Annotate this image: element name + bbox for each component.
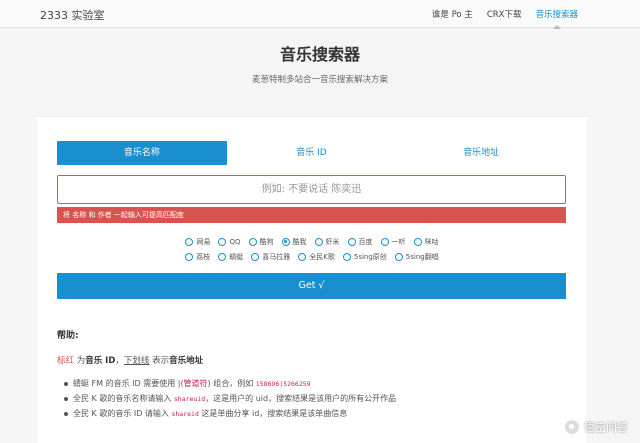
help-red: (管道符) [180, 379, 211, 388]
help-code: 158696|5266259 [255, 380, 311, 388]
tab-music-name[interactable]: 音乐名称 [57, 141, 227, 165]
source-label: 5sing原创 [353, 253, 387, 261]
help-text: ，这是用户的 uid，搜索结果是该用户的所有公开作品 [205, 394, 397, 403]
source-option[interactable]: QQ [218, 237, 241, 247]
source-radio-group-row2: 荔枝 蜻蜓 喜马拉雅 全民K歌 5sing原创 5sing翻唱 [38, 252, 586, 262]
radio-icon[interactable] [251, 253, 260, 261]
source-option[interactable]: 一听 [380, 237, 406, 247]
page-title: 音乐搜索器 [279, 45, 360, 64]
source-label: QQ [229, 238, 241, 246]
help-text: 这是单曲分享 id，搜索结果是该单曲信息 [198, 409, 348, 418]
help-item: 全民 K 歌的音乐名称请输入 shareuid，这是用户的 uid，搜索结果是该… [64, 393, 396, 404]
radio-icon[interactable] [185, 238, 194, 246]
radio-icon[interactable] [281, 238, 290, 246]
help-legend: 标红 为音乐 ID，下划线 表示音乐地址 [57, 354, 203, 366]
help-text: 蜻蜓 FM 的音乐 ID 需要使用 | [73, 379, 181, 388]
source-option[interactable]: 全民K歌 [298, 252, 335, 262]
source-label: 网易 [196, 238, 211, 246]
help-code: shareuid [173, 395, 206, 403]
source-option[interactable]: 咪咕 [413, 237, 439, 247]
brand-logo[interactable]: 2333 实验室 [40, 7, 105, 23]
legend-music-url: 音乐地址 [169, 356, 204, 366]
source-label: 蜻蜓 [229, 253, 244, 261]
radio-icon[interactable] [347, 238, 356, 246]
source-label: 咪咕 [424, 238, 439, 246]
tab-music-url[interactable]: 音乐地址 [396, 141, 566, 165]
source-label: 酷我 [292, 238, 307, 246]
nav-item-music-search[interactable]: 音乐搜索器 [528, 0, 585, 29]
source-label: 全民K歌 [309, 253, 335, 261]
source-option[interactable]: 5sing翻唱 [394, 252, 439, 262]
radio-icon[interactable] [380, 238, 389, 246]
radio-icon[interactable] [394, 253, 403, 261]
legend-music-id: 音乐 ID [85, 356, 116, 366]
legend-text: ， [115, 356, 124, 366]
search-panel: 音乐名称 音乐 ID 音乐地址 将 名称 和 作者 一起输入可提高匹配度 网易 … [38, 116, 586, 443]
radio-icon[interactable] [342, 253, 351, 261]
watermark-text: 悟空问答 [584, 421, 628, 434]
page-subtitle: 麦葱特制多站合一音乐搜索解决方案 [251, 75, 388, 85]
source-label: 百度 [358, 238, 373, 246]
help-text: 全民 K 歌的音乐名称请输入 [73, 394, 174, 403]
nav-menu: 谁是 Po 主 CRX下载 音乐搜索器 [425, 0, 585, 29]
legend-underline-word: 下划线 [123, 356, 150, 366]
source-option[interactable]: 喜马拉雅 [251, 252, 290, 262]
source-label: 一听 [391, 238, 406, 246]
source-label: 5sing翻唱 [405, 253, 439, 261]
radio-icon[interactable] [218, 238, 227, 246]
legend-red-word: 标红 [57, 356, 75, 366]
legend-text: 为 [74, 356, 86, 366]
source-label: 荔枝 [196, 253, 211, 261]
help-text: 组合，例如 [210, 379, 256, 388]
source-option[interactable]: 酷我 [281, 237, 307, 247]
radio-icon[interactable] [185, 253, 194, 261]
top-navbar: 2333 实验室 谁是 Po 主 CRX下载 音乐搜索器 [0, 0, 640, 29]
source-label: 酷狗 [259, 238, 274, 246]
source-option[interactable]: 虾米 [314, 237, 340, 247]
nav-item-crx[interactable]: CRX下载 [480, 0, 529, 28]
source-label: 喜马拉雅 [262, 253, 291, 261]
source-label: 虾米 [325, 238, 340, 246]
radio-icon[interactable] [314, 238, 323, 246]
watermark-logo-icon [564, 419, 580, 435]
page-header: 音乐搜索器 麦葱特制多站合一音乐搜索解决方案 [0, 29, 640, 114]
radio-icon[interactable] [413, 238, 422, 246]
help-item: 蜻蜓 FM 的音乐 ID 需要使用 |(管道符) 组合，例如 158696|52… [64, 378, 396, 389]
source-option[interactable]: 5sing原创 [342, 252, 387, 262]
source-option[interactable]: 荔枝 [185, 252, 210, 262]
legend-text: 表示 [149, 356, 170, 366]
help-code: shareid [171, 410, 199, 418]
tab-music-id[interactable]: 音乐 ID [227, 141, 397, 165]
help-title: 帮助: [57, 331, 79, 341]
source-option[interactable]: 蜻蜓 [218, 252, 243, 262]
search-input[interactable] [57, 175, 566, 204]
hint-message: 将 名称 和 作者 一起输入可提高匹配度 [57, 207, 566, 223]
source-option[interactable]: 网易 [185, 237, 210, 247]
source-option[interactable]: 百度 [347, 237, 373, 247]
help-list: 蜻蜓 FM 的音乐 ID 需要使用 |(管道符) 组合，例如 158696|52… [64, 378, 396, 423]
search-mode-tabs: 音乐名称 音乐 ID 音乐地址 [57, 141, 566, 165]
source-radio-group-row1: 网易 QQ 酷狗 酷我 虾米 百度 一听 咪咕 [38, 237, 586, 247]
radio-icon[interactable] [298, 253, 307, 261]
source-option[interactable]: 酷狗 [248, 237, 274, 247]
help-text: 全民 K 歌的音乐 ID 请输入 [73, 409, 172, 418]
radio-icon[interactable] [248, 238, 257, 246]
watermark: 悟空问答 [564, 419, 628, 435]
radio-icon[interactable] [218, 253, 227, 261]
nav-item-po[interactable]: 谁是 Po 主 [425, 0, 480, 28]
help-item: 全民 K 歌的音乐 ID 请输入 shareid 这是单曲分享 id，搜索结果是… [64, 408, 396, 419]
get-button[interactable]: Get √ [57, 273, 566, 299]
